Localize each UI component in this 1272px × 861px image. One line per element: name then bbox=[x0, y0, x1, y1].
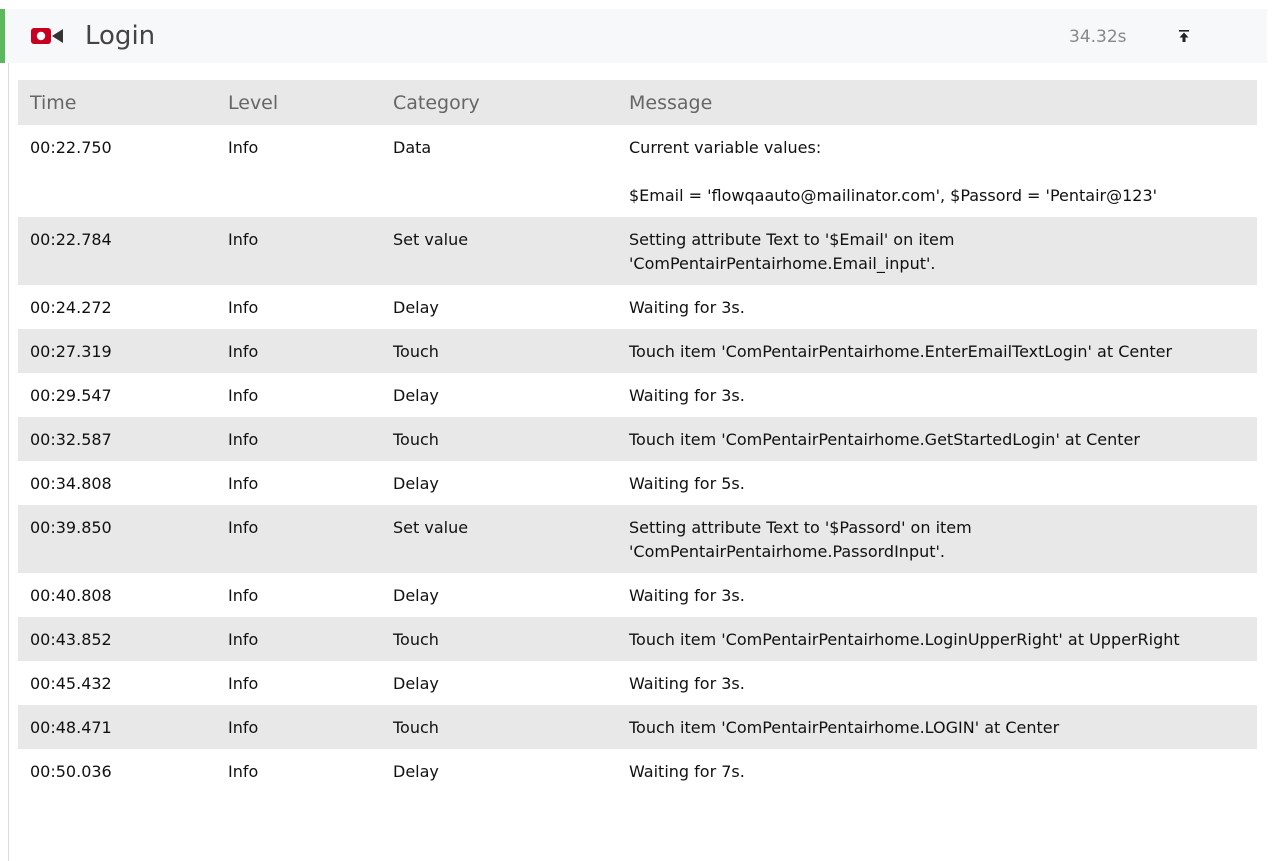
cell-category: Delay bbox=[393, 762, 439, 781]
cell-message: Touch item 'ComPentairPentairhome.GetSta… bbox=[617, 417, 1257, 461]
table-row: 00:40.808 Info Delay Waiting for 3s. bbox=[18, 573, 1257, 617]
cell-level: Info bbox=[216, 505, 381, 573]
cell-level: Info bbox=[216, 217, 381, 285]
cell-time: 00:22.750 bbox=[30, 138, 112, 157]
cell-time: 00:50.036 bbox=[30, 762, 112, 781]
module-title: Login bbox=[85, 21, 156, 51]
cell-time: 00:39.850 bbox=[18, 505, 216, 573]
table-row: 00:43.852 Info Touch Touch item 'ComPent… bbox=[18, 617, 1257, 661]
cell-message: Waiting for 3s. bbox=[629, 586, 745, 605]
table-row: 00:39.850 Info Set value Setting attribu… bbox=[18, 505, 1257, 573]
column-header-message[interactable]: Message bbox=[617, 80, 1257, 125]
variable-values-text: $Email = 'flowqaauto@mailinator.com', $P… bbox=[629, 186, 1158, 205]
cell-level: Info bbox=[216, 329, 381, 373]
table-row: 00:34.808 Info Delay Waiting for 5s. bbox=[18, 461, 1257, 505]
cell-time: 00:29.547 bbox=[30, 386, 112, 405]
cell-level: Info bbox=[228, 138, 259, 157]
table-row: 00:22.784 Info Set value Setting attribu… bbox=[18, 217, 1257, 285]
scroll-to-top-icon[interactable] bbox=[1173, 25, 1195, 47]
cell-level: Info bbox=[228, 762, 259, 781]
cell-time: 00:24.272 bbox=[30, 298, 112, 317]
cell-time: 00:27.319 bbox=[18, 329, 216, 373]
cell-category: Delay bbox=[393, 674, 439, 693]
cell-category: Delay bbox=[393, 386, 439, 405]
cell-category: Touch bbox=[381, 705, 617, 749]
cell-message: Current variable values: $Email = 'flowq… bbox=[617, 125, 1257, 217]
cell-level: Info bbox=[228, 386, 259, 405]
cell-category: Set value bbox=[381, 505, 617, 573]
cell-time: 00:45.432 bbox=[30, 674, 112, 693]
cell-category: Data bbox=[393, 138, 432, 157]
cell-time: 00:34.808 bbox=[30, 474, 112, 493]
cell-message: Waiting for 3s. bbox=[629, 386, 745, 405]
cell-category: Delay bbox=[393, 474, 439, 493]
table-row: 00:22.750 Info Data Current variable val… bbox=[18, 125, 1257, 217]
module-duration: 34.32s bbox=[1069, 27, 1127, 47]
report-log-table: Time Level Category Message 00:22.750 In… bbox=[18, 80, 1257, 793]
cell-level: Info bbox=[228, 586, 259, 605]
cell-message: Waiting for 5s. bbox=[629, 474, 745, 493]
table-row: 00:50.036 Info Delay Waiting for 7s. bbox=[18, 749, 1257, 793]
cell-category: Touch bbox=[381, 417, 617, 461]
column-header-time[interactable]: Time bbox=[18, 80, 216, 125]
cell-level: Info bbox=[216, 417, 381, 461]
cell-message: Waiting for 3s. bbox=[629, 298, 745, 317]
cell-category: Delay bbox=[393, 586, 439, 605]
table-header-row: Time Level Category Message bbox=[18, 80, 1257, 125]
cell-level: Info bbox=[216, 705, 381, 749]
cell-level: Info bbox=[216, 617, 381, 661]
cell-level: Info bbox=[228, 474, 259, 493]
cell-message: Touch item 'ComPentairPentairhome.EnterE… bbox=[617, 329, 1257, 373]
table-row: 00:24.272 Info Delay Waiting for 3s. bbox=[18, 285, 1257, 329]
column-header-category[interactable]: Category bbox=[381, 80, 617, 125]
cell-category: Delay bbox=[393, 298, 439, 317]
cell-category: Touch bbox=[381, 329, 617, 373]
cell-category: Touch bbox=[381, 617, 617, 661]
cell-level: Info bbox=[228, 298, 259, 317]
table-row: 00:32.587 Info Touch Touch item 'ComPent… bbox=[18, 417, 1257, 461]
cell-message: Touch item 'ComPentairPentairhome.LOGIN'… bbox=[617, 705, 1257, 749]
cell-message: Setting attribute Text to '$Passord' on … bbox=[617, 505, 1257, 573]
table-row: 00:27.319 Info Touch Touch item 'ComPent… bbox=[18, 329, 1257, 373]
table-row: 00:48.471 Info Touch Touch item 'ComPent… bbox=[18, 705, 1257, 749]
cell-message: Setting attribute Text to '$Email' on it… bbox=[617, 217, 1257, 285]
cell-time: 00:48.471 bbox=[18, 705, 216, 749]
cell-message: Touch item 'ComPentairPentairhome.LoginU… bbox=[617, 617, 1257, 661]
cell-category: Set value bbox=[381, 217, 617, 285]
table-row: 00:29.547 Info Delay Waiting for 3s. bbox=[18, 373, 1257, 417]
cell-time: 00:22.784 bbox=[18, 217, 216, 285]
video-record-icon bbox=[31, 28, 63, 44]
cell-message: Waiting for 3s. bbox=[629, 674, 745, 693]
message-text: Current variable values: bbox=[629, 138, 822, 157]
column-header-level[interactable]: Level bbox=[216, 80, 381, 125]
test-module-header[interactable]: Login 34.32s bbox=[0, 9, 1267, 63]
table-row: 00:45.432 Info Delay Waiting for 3s. bbox=[18, 661, 1257, 705]
cell-time: 00:32.587 bbox=[18, 417, 216, 461]
cell-time: 00:43.852 bbox=[18, 617, 216, 661]
section-divider bbox=[8, 63, 9, 861]
cell-time: 00:40.808 bbox=[30, 586, 112, 605]
cell-level: Info bbox=[228, 674, 259, 693]
cell-message: Waiting for 7s. bbox=[629, 762, 745, 781]
